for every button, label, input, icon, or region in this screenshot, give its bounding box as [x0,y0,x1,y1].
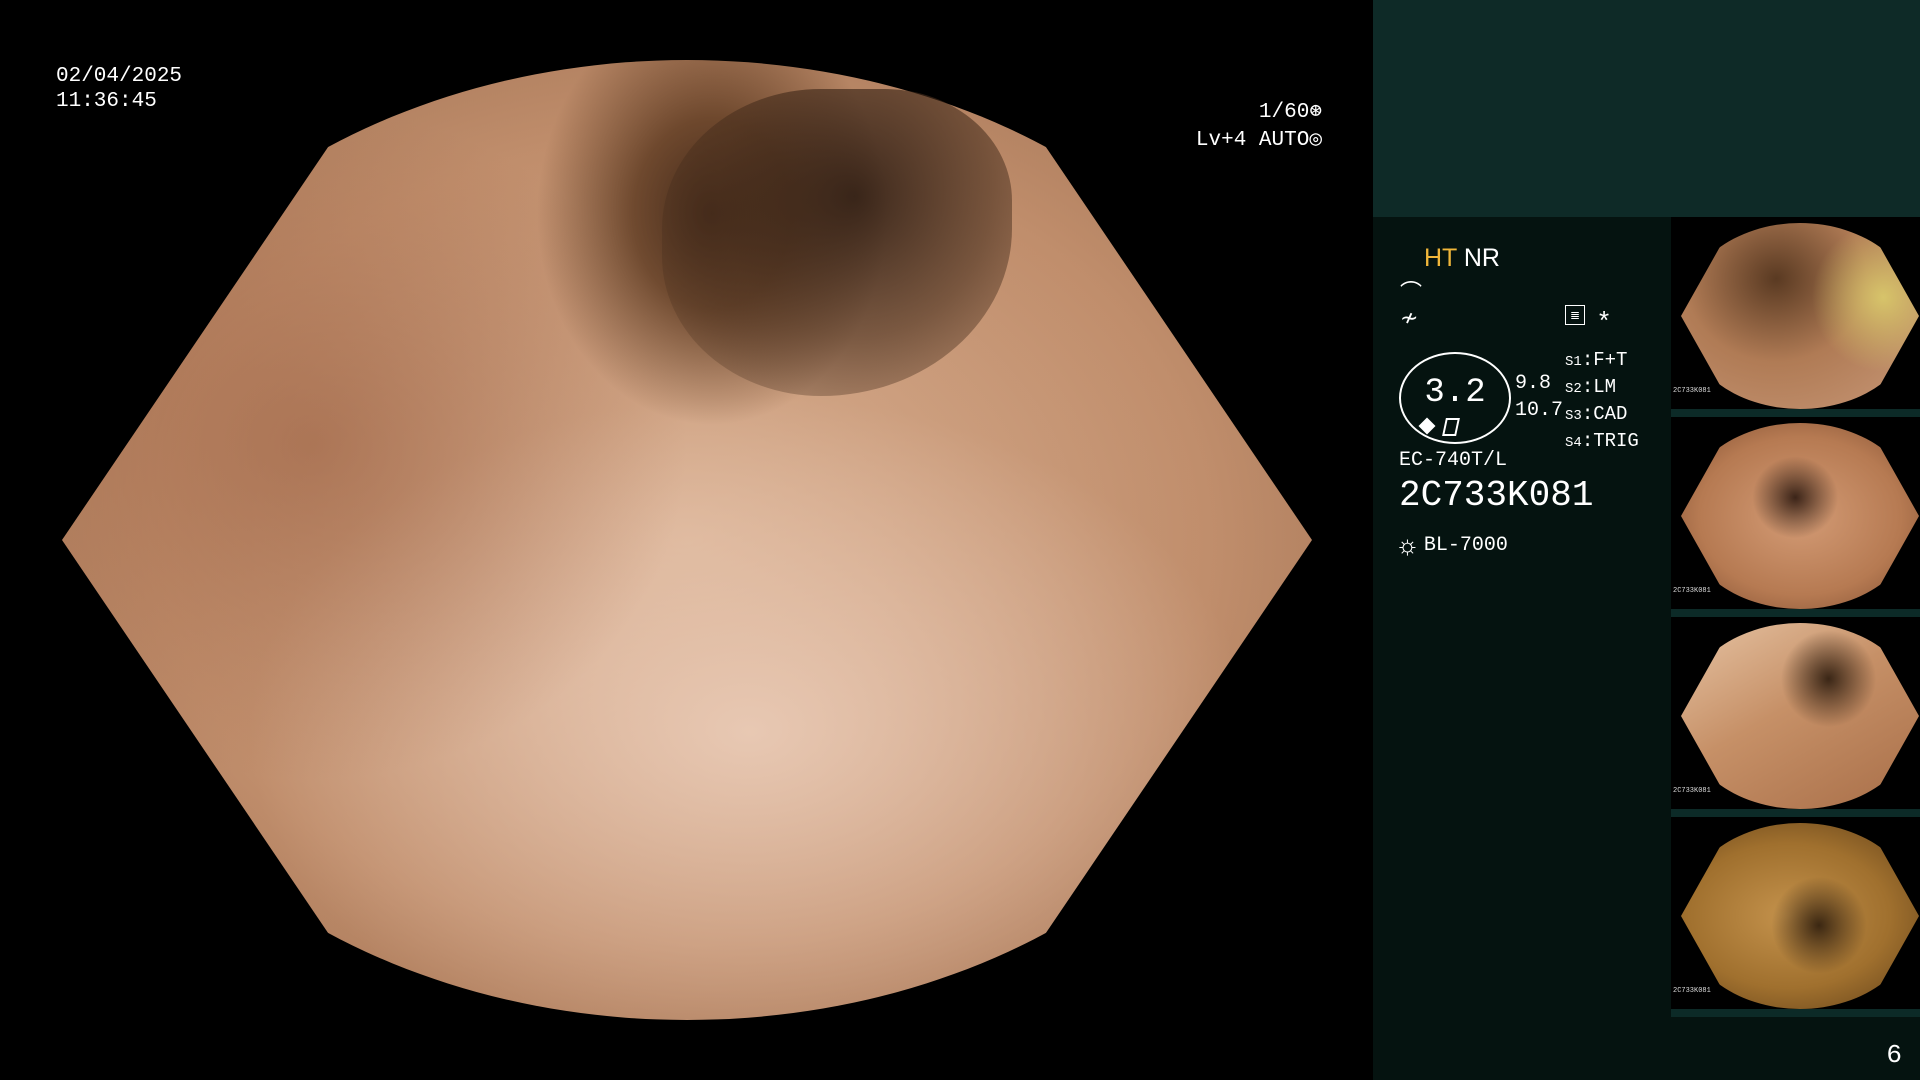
thumbnail-label: 2C733K081 [1673,387,1711,395]
thumbnail[interactable]: 2C733K081 [1671,417,1920,617]
zoom-value: 3.2 [1424,374,1486,412]
ht-nr-indicator: HT NR [1424,244,1500,273]
thumbnail[interactable]: 2C733K081 [1671,217,1920,417]
mode-row: S2:LM [1565,376,1617,398]
mode-row: S1:F+T [1565,349,1628,371]
mode-row: S4:TRIG [1565,430,1639,452]
info-side-panel: HT NR ⌒ ≁ ≣ * 3.2 9.8 10.7 S1:F+T S2:LM … [1373,0,1920,1080]
thumbnail[interactable]: 2C733K081 [1671,617,1920,817]
zoom-max: 10.7 [1515,399,1564,422]
brightness-level: Lv+4 [1195,129,1247,152]
iris-icon: ◎ [1309,129,1322,152]
scope-model: EC-740T/L [1399,449,1508,472]
star-marker: * [1599,305,1610,335]
zoom-badge: 3.2 [1399,352,1511,444]
shutter-icon: ⊛ [1309,101,1322,124]
zoom-range: 9.8 10.7 [1515,370,1563,424]
thumbnail[interactable]: 2C733K081 [1671,817,1920,1017]
main-endoscopy-view: 02/04/2025 11:36:45 1/60⊛ Lv+4 AUTO◎ [0,0,1373,1080]
thumbnail-strip: 2C733K081 2C733K081 2C733K081 2C733K081 [1671,217,1920,1017]
zoom-frame-icon [1442,418,1460,436]
thumbnail-divider [1671,609,1920,617]
enhancement-curve-icon: ⌒ [1400,280,1423,305]
thumbnail-label: 2C733K081 [1673,587,1711,595]
filter-off-icon: ≁ [1400,305,1419,330]
thumbnail-divider [1671,409,1920,417]
datetime-overlay: 02/04/2025 11:36:45 [56,64,182,114]
zoom-min: 9.8 [1515,372,1552,395]
iris-mode: AUTO [1258,129,1310,152]
light-source-label: BL-7000 [1423,534,1508,557]
exposure-overlay: 1/60⊛ Lv+4 AUTO◎ [1190,99,1322,155]
panel-header-area [1373,0,1920,217]
menu-list-icon: ≣ [1565,305,1585,325]
thumbnail-label: 2C733K081 [1673,787,1711,795]
ht-label: HT [1424,244,1457,272]
date-text: 02/04/2025 [56,65,183,88]
thumbnail-divider [1671,809,1920,817]
nr-label: NR [1463,244,1500,272]
endoscopic-image [62,60,1312,1020]
switch-modes-list: S1:F+T S2:LM S3:CAD S4:TRIG [1565,348,1639,456]
thumbnail-label: 2C733K081 [1673,987,1711,995]
mode-row: S3:CAD [1565,403,1628,425]
light-source: ☼ BL-7000 [1399,532,1508,563]
scope-serial: 2C733K081 [1399,475,1594,516]
light-source-icon: ☼ [1399,532,1416,563]
page-number: 6 [1886,1040,1902,1070]
shutter-speed: 1/60 [1258,101,1310,124]
zoom-diamond-icon [1418,417,1436,435]
time-text: 11:36:45 [56,90,157,113]
thumbnail-divider [1671,1009,1920,1017]
